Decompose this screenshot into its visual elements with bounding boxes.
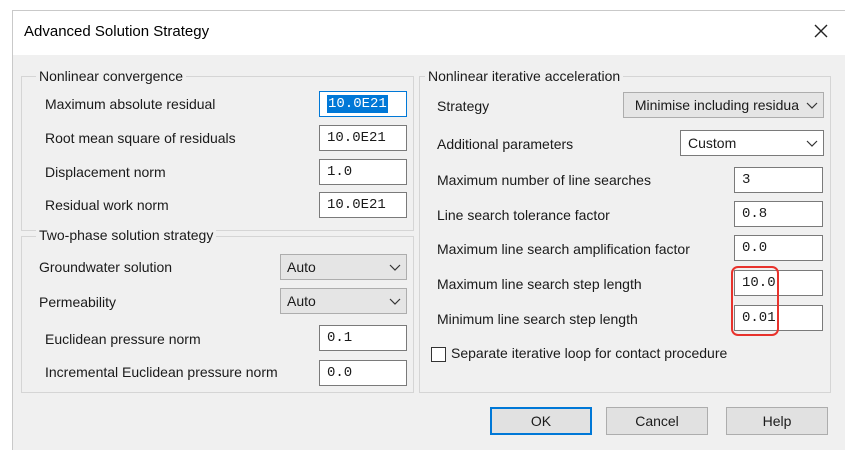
dialog-title: Advanced Solution Strategy	[24, 23, 210, 40]
groundwater-solution-select[interactable]: Auto	[280, 254, 407, 280]
strategy-value: Minimise including residua	[634, 97, 799, 113]
line-search-tolerance-input[interactable]: 0.8	[734, 201, 823, 227]
two-phase-title: Two-phase solution strategy	[36, 227, 217, 243]
groundwater-solution-label: Groundwater solution	[39, 259, 173, 275]
separate-loop-label: Separate iterative loop for contact proc…	[451, 345, 728, 361]
max-line-searches-input[interactable]: 3	[734, 167, 823, 193]
strategy-label: Strategy	[437, 98, 490, 114]
additional-parameters-label: Additional parameters	[437, 136, 574, 152]
additional-parameters-value: Custom	[688, 135, 737, 151]
rms-residuals-input[interactable]: 10.0E21	[319, 125, 407, 151]
additional-parameters-select[interactable]: Custom	[680, 130, 824, 156]
nonlinear-convergence-title: Nonlinear convergence	[36, 68, 186, 84]
highlight-annotation	[731, 266, 779, 336]
euclidean-pressure-norm-label: Euclidean pressure norm	[45, 331, 201, 347]
permeability-label: Permeability	[39, 294, 117, 310]
max-step-length-label: Maximum line search step length	[437, 276, 642, 292]
help-button[interactable]: Help	[726, 407, 828, 435]
line-search-tolerance-label: Line search tolerance factor	[437, 207, 610, 223]
advanced-solution-strategy-dialog: Advanced Solution Strategy Nonlinear con…	[12, 10, 845, 450]
groundwater-solution-value: Auto	[287, 259, 316, 275]
chevron-down-icon	[389, 264, 401, 271]
strategy-select[interactable]: Minimise including residua	[623, 92, 824, 118]
max-absolute-residual-input[interactable]: 10.0E21	[319, 91, 407, 117]
residual-work-norm-label: Residual work norm	[45, 197, 169, 213]
chevron-down-icon	[389, 298, 401, 305]
separate-loop-checkbox[interactable]	[431, 347, 446, 362]
max-amplification-factor-input[interactable]: 0.0	[734, 235, 823, 261]
close-icon	[814, 24, 828, 38]
rms-residuals-label: Root mean square of residuals	[45, 130, 236, 146]
incremental-euclidean-norm-label: Incremental Euclidean pressure norm	[45, 364, 278, 380]
chevron-down-icon	[806, 140, 818, 147]
permeability-value: Auto	[287, 293, 316, 309]
euclidean-pressure-norm-input[interactable]: 0.1	[319, 325, 407, 351]
max-absolute-residual-label: Maximum absolute residual	[45, 96, 216, 112]
min-step-length-label: Minimum line search step length	[437, 311, 638, 327]
ok-button[interactable]: OK	[490, 407, 592, 435]
chevron-down-icon	[806, 102, 818, 109]
residual-work-norm-input[interactable]: 10.0E21	[319, 192, 407, 218]
title-bar: Advanced Solution Strategy	[13, 11, 845, 55]
max-line-searches-label: Maximum number of line searches	[437, 172, 651, 188]
displacement-norm-label: Displacement norm	[45, 164, 166, 180]
incremental-euclidean-norm-input[interactable]: 0.0	[319, 360, 407, 386]
permeability-select[interactable]: Auto	[280, 288, 407, 314]
cancel-button[interactable]: Cancel	[606, 407, 708, 435]
iterative-acceleration-title: Nonlinear iterative acceleration	[425, 68, 624, 84]
close-button[interactable]	[807, 17, 835, 45]
displacement-norm-input[interactable]: 1.0	[319, 159, 407, 185]
max-amplification-factor-label: Maximum line search amplification factor	[437, 241, 690, 257]
